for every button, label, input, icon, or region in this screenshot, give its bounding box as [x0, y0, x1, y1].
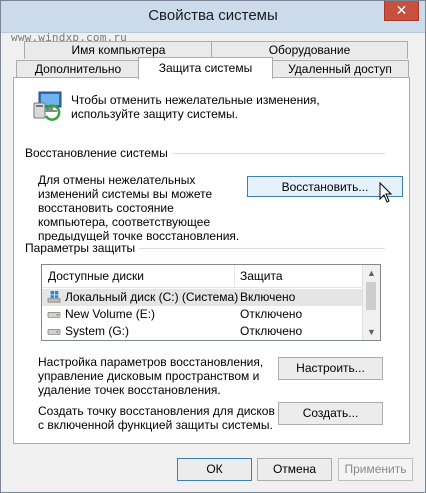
- protection-section-title: Параметры защиты: [25, 241, 140, 255]
- system-drive-icon: [47, 291, 61, 303]
- system-protection-icon: [33, 91, 62, 121]
- disk-status: Отключено: [240, 307, 303, 321]
- disk-list-scrollbar[interactable]: ▲ ▼: [362, 265, 380, 340]
- disk-row-e[interactable]: New Volume (E:) Отключено: [42, 306, 364, 323]
- cancel-button[interactable]: Отмена: [257, 458, 332, 481]
- scroll-up-icon[interactable]: ▲: [363, 265, 380, 281]
- disk-name: New Volume (E:): [65, 307, 156, 321]
- restore-description: Для отмены нежелательных изменений систе…: [38, 173, 240, 243]
- close-button[interactable]: ✕: [384, 1, 419, 21]
- scroll-down-icon[interactable]: ▼: [363, 324, 380, 340]
- disk-status: Включено: [240, 290, 296, 304]
- disk-row-g[interactable]: System (G:) Отключено: [42, 323, 364, 340]
- protection-separator: [135, 248, 385, 249]
- window-title: Свойства системы: [148, 7, 278, 24]
- disk-status: Отключено: [240, 324, 303, 338]
- system-properties-window: Свойства системы ✕ www.windxp.com.ru Имя…: [0, 0, 426, 493]
- configure-description: Настройка параметров восстановления, упр…: [38, 355, 264, 397]
- configure-button[interactable]: Настроить...: [278, 357, 383, 380]
- close-icon: ✕: [395, 2, 408, 18]
- ok-button[interactable]: ОК: [177, 458, 252, 481]
- system-protection-panel: Чтобы отменить нежелательные изменения, …: [13, 77, 410, 444]
- tab-advanced[interactable]: Дополнительно: [16, 60, 140, 78]
- tab-system-protection[interactable]: Защита системы: [138, 57, 273, 79]
- create-button[interactable]: Создать...: [278, 402, 383, 425]
- column-header-disks[interactable]: Доступные диски: [48, 269, 144, 283]
- disk-row-c[interactable]: Локальный диск (C:) (Система) Включено: [42, 289, 364, 306]
- restore-separator: [148, 153, 385, 154]
- drive-icon: [47, 328, 61, 335]
- mouse-pointer-icon: [379, 182, 393, 203]
- scroll-thumb[interactable]: [366, 282, 376, 310]
- drive-icon: [47, 311, 61, 318]
- disk-list-header: Доступные диски Защита: [42, 265, 364, 288]
- disk-list[interactable]: Доступные диски Защита Локальный диск (C…: [41, 264, 381, 341]
- intro-text: Чтобы отменить нежелательные изменения, …: [71, 93, 320, 121]
- column-divider[interactable]: [234, 265, 235, 287]
- tab-remote[interactable]: Удаленный доступ: [271, 60, 409, 78]
- disk-name: Локальный диск (C:) (Система): [65, 290, 239, 304]
- create-description: Создать точку восстановления для дисков …: [38, 404, 275, 432]
- column-header-protection[interactable]: Защита: [240, 269, 283, 283]
- restore-section-title: Восстановление системы: [25, 146, 172, 160]
- disk-name: System (G:): [65, 324, 130, 338]
- apply-button[interactable]: Применить: [338, 458, 413, 481]
- title-bar[interactable]: Свойства системы ✕: [1, 1, 425, 33]
